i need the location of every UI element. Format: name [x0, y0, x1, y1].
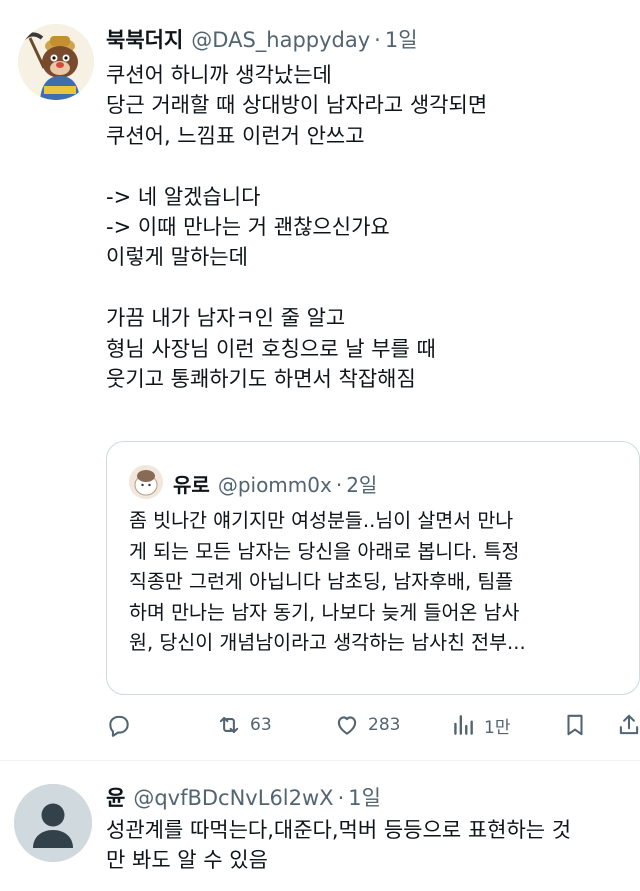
timestamp: 2일 [346, 473, 378, 497]
heart-icon [337, 716, 357, 735]
user-handle[interactable]: @DAS_happyday [191, 28, 370, 52]
separator-dot: · [374, 28, 381, 52]
tweet-actions: 63 283 1만 [106, 705, 640, 745]
bookmark-icon [567, 714, 583, 736]
analytics-icon [454, 715, 473, 735]
quoted-tweet-card[interactable]: 유로 @piomm0x · 2일 좀 빗나간 얘기지만 여성분들..님이 살면서… [106, 441, 640, 695]
user-handle[interactable]: @qvfBDcNvL6l2wX [133, 786, 333, 810]
views-button[interactable]: 1만 [450, 705, 510, 745]
reply-icon [109, 715, 129, 737]
timestamp[interactable]: 1일 [385, 24, 418, 54]
like-count: 283 [368, 715, 401, 735]
views-count: 1만 [484, 717, 511, 738]
separator-dot: · [337, 786, 345, 810]
tweet-text: 성관계를 따먹는다,대준다,먹버 등등으로 표현하는 것 만 봐도 알 수 있음 [106, 818, 572, 873]
mole-character-avatar-image [18, 24, 94, 100]
tweet-header: 윤 @qvfBDcNvL6l2wX · 1일 [106, 782, 381, 812]
retweet-count: 63 [250, 715, 272, 735]
reply-button[interactable] [106, 705, 132, 745]
share-button[interactable] [616, 705, 640, 745]
quoted-tweet-text: 좀 빗나간 얘기지만 여성분들..님이 살면서 만나 게 되는 모든 남자는 당… [129, 509, 526, 655]
retweet-button[interactable]: 63 [216, 705, 272, 745]
timestamp[interactable]: 1일 [348, 782, 381, 812]
display-name[interactable]: 북북더지 [106, 24, 183, 54]
separator-dot: · [335, 473, 343, 497]
display-name: 유로 [173, 473, 210, 497]
like-button[interactable]: 283 [334, 705, 400, 745]
character-avatar-image [129, 465, 163, 499]
bookmark-button[interactable] [562, 705, 588, 745]
display-name[interactable]: 윤 [106, 782, 125, 812]
default-profile-icon [14, 784, 92, 862]
retweet-icon [219, 716, 239, 734]
tweet-header: 북북더지 @DAS_happyday · 1일 [106, 24, 418, 54]
avatar [129, 465, 163, 499]
tweet-text: 쿠션어 하니까 생각났는데 당근 거래할 때 상대방이 남자라고 생각되면 쿠션… [106, 63, 488, 392]
avatar[interactable] [14, 784, 92, 862]
avatar[interactable] [18, 24, 94, 100]
tweet[interactable]: 윤 @qvfBDcNvL6l2wX · 1일 성관계를 따먹는다,대준다,먹버 … [0, 761, 640, 891]
tweet[interactable]: 북북더지 @DAS_happyday · 1일 쿠션어 하니까 생각났는데 당근… [0, 0, 640, 760]
user-handle: @piomm0x [217, 473, 332, 497]
quoted-tweet-header: 유로 @piomm0x · 2일 [173, 469, 377, 498]
share-icon [619, 714, 639, 735]
